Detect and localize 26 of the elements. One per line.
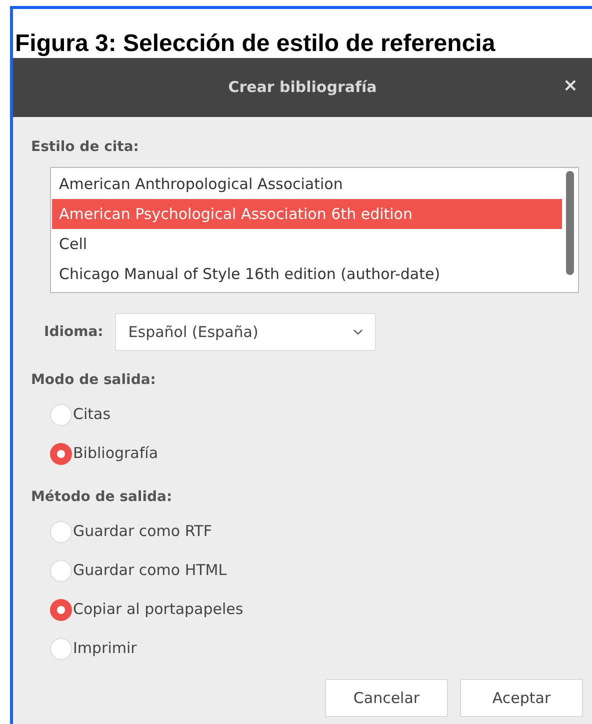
radio-label[interactable]: Bibliografía bbox=[73, 442, 158, 465]
radio-button[interactable] bbox=[50, 404, 72, 426]
list-item[interactable]: Chicago Manual of Style 16th edition (author-date) bbox=[52, 259, 562, 289]
dialog-button[interactable]: Aceptar bbox=[460, 679, 583, 717]
chevron-down-icon bbox=[353, 329, 364, 335]
radio-button[interactable] bbox=[50, 598, 72, 620]
list-item[interactable]: American Anthropological Association bbox=[52, 169, 562, 199]
list-item[interactable]: Cell bbox=[52, 229, 562, 259]
radio-button[interactable] bbox=[50, 442, 72, 464]
radio-button[interactable] bbox=[50, 520, 72, 542]
dialog-button[interactable]: Cancelar bbox=[325, 679, 448, 717]
radio-label[interactable]: Citas bbox=[73, 403, 111, 426]
radio-label[interactable]: Guardar como RTF bbox=[73, 520, 212, 543]
radio-label[interactable]: Copiar al portapapeles bbox=[73, 598, 244, 621]
section-label: Método de salida: bbox=[31, 488, 174, 507]
figure-caption: Figura 3: Selección de estilo de referencia bbox=[14, 29, 496, 58]
radio-button[interactable] bbox=[50, 560, 72, 582]
section-label: Estilo de cita: bbox=[31, 138, 140, 157]
close-button[interactable]: × bbox=[558, 76, 582, 96]
field-label: Idioma: bbox=[44, 322, 104, 342]
section-label: Modo de salida: bbox=[31, 371, 157, 390]
window-title: Crear bibliografía bbox=[228, 77, 377, 98]
radio-label[interactable]: Guardar como HTML bbox=[73, 559, 227, 582]
language-dropdown[interactable]: Español (España) bbox=[115, 313, 376, 351]
radio-label[interactable]: Imprimir bbox=[73, 637, 137, 660]
radio-button[interactable] bbox=[50, 638, 72, 660]
